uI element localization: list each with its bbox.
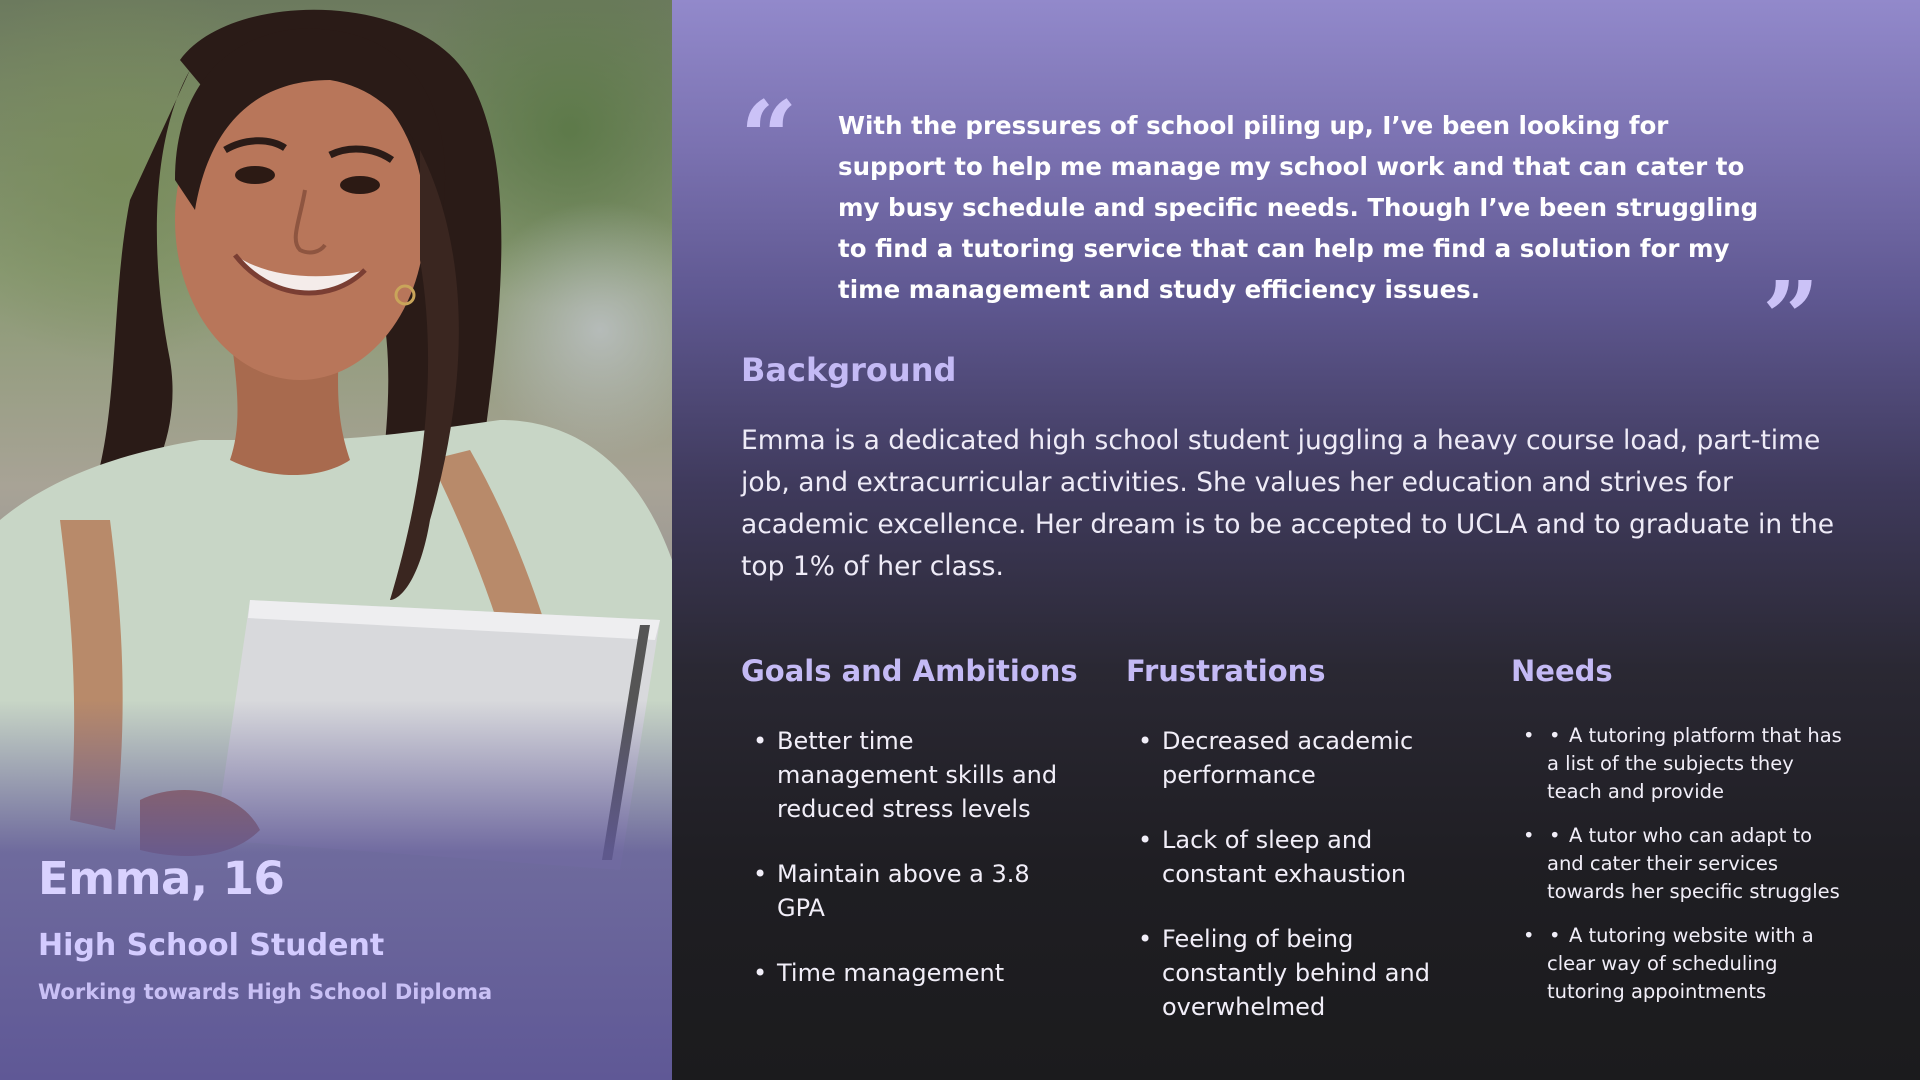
list-item-text: A tutoring platform that has a list of t… [1547, 724, 1842, 803]
goals-list: Better time management skills and reduce… [741, 724, 1061, 1021]
list-item-text: A tutoring website with a clear way of s… [1547, 924, 1814, 1003]
bullet-icon: • [1549, 724, 1561, 747]
background-heading: Background [741, 351, 957, 389]
needs-list: •A tutoring platform that has a list of … [1511, 722, 1851, 1022]
persona-quote: With the pressures of school piling up, … [838, 111, 1759, 304]
background-text: Emma is a dedicated high school student … [741, 425, 1835, 582]
persona-photo-panel: Emma, 16 High School Student Working tow… [0, 0, 672, 1080]
bullet-icon: • [1549, 824, 1561, 847]
list-item: Decreased academic performance [1126, 724, 1446, 792]
list-item: Feeling of being constantly behind and o… [1126, 922, 1446, 1024]
persona-name: Emma, 16 [38, 852, 285, 905]
list-item: •A tutor who can adapt to and cater thei… [1511, 822, 1851, 906]
list-item-text: A tutor who can adapt to and cater their… [1547, 824, 1840, 903]
list-item: Lack of sleep and constant exhaustion [1126, 823, 1446, 891]
close-quote-icon: ” [1762, 259, 1820, 377]
list-item: •A tutoring website with a clear way of … [1511, 922, 1851, 1006]
list-item: Time management [741, 956, 1061, 990]
persona-role: High School Student [38, 928, 385, 963]
list-item: Maintain above a 3.8 GPA [741, 857, 1061, 925]
goals-heading: Goals and Ambitions [741, 654, 1078, 688]
bullet-icon: • [1549, 924, 1561, 947]
frustrations-list: Decreased academic performance Lack of s… [1126, 724, 1446, 1055]
frustrations-heading: Frustrations [1126, 654, 1326, 688]
open-quote-icon: “ [740, 79, 798, 197]
list-item: Better time management skills and reduce… [741, 724, 1061, 826]
list-item: •A tutoring platform that has a list of … [1511, 722, 1851, 806]
needs-heading: Needs [1511, 654, 1613, 688]
persona-subtitle: Working towards High School Diploma [38, 980, 493, 1004]
